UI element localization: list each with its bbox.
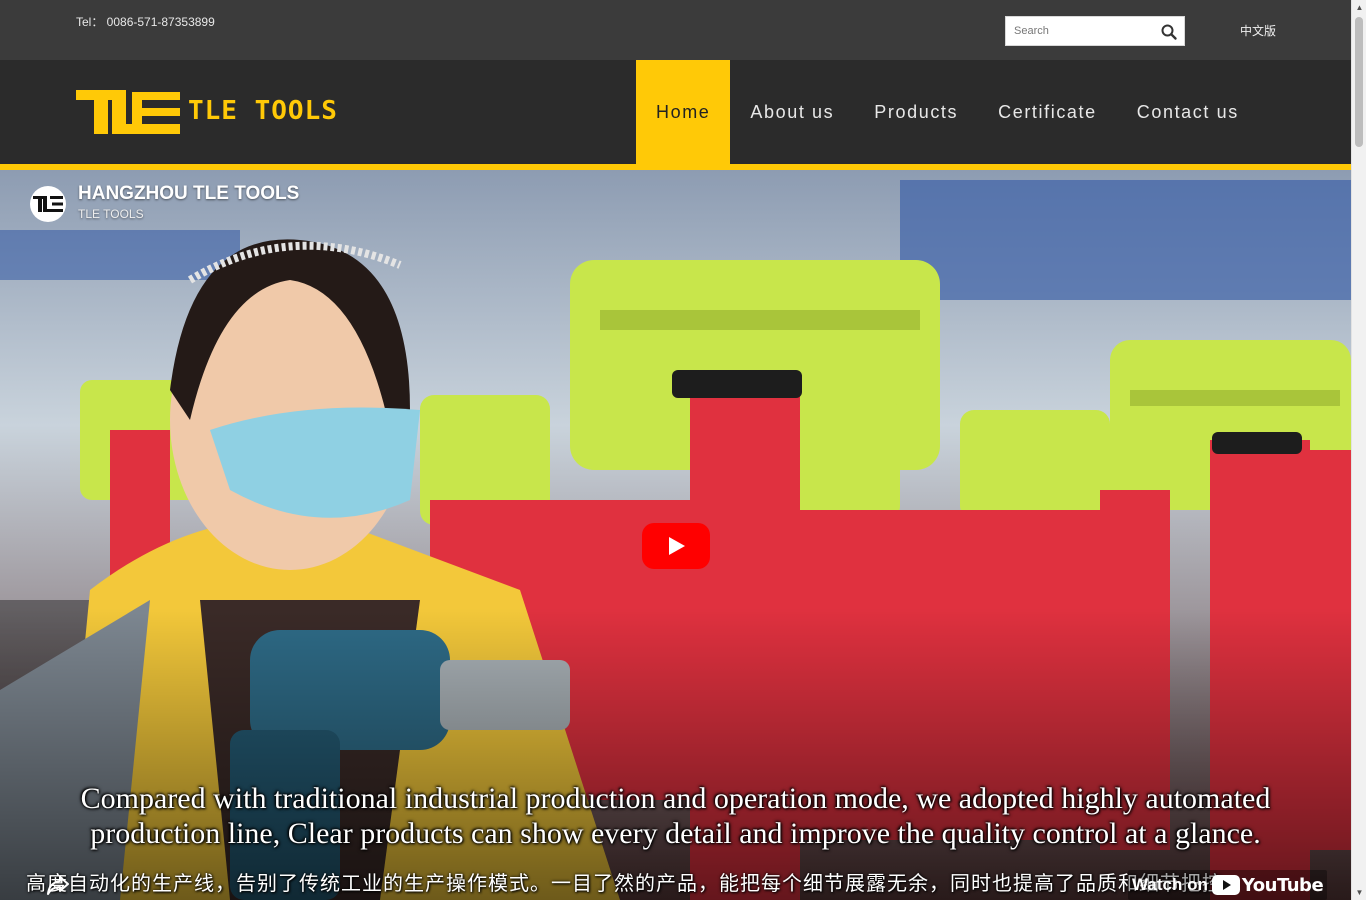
search-button[interactable] <box>1160 23 1178 41</box>
play-icon <box>642 523 710 569</box>
page: Tel： 0086-571-87353899 中文版 <box>0 0 1366 900</box>
youtube-wordmark: YouTube <box>1241 874 1324 896</box>
nav-item-contact-us[interactable]: Contact us <box>1117 60 1259 165</box>
search-box <box>1005 16 1185 46</box>
video-channel-title[interactable]: HANGZHOU TLE TOOLS <box>78 183 299 205</box>
watch-on-label: Watch on <box>1132 875 1208 894</box>
language-switch-link[interactable]: 中文版 <box>1240 22 1276 39</box>
main-nav: Home About us Products Certificate Conta… <box>636 60 1259 165</box>
youtube-video-embed[interactable]: HANGZHOU TLE TOOLS TLE TOOLS Compared wi… <box>0 170 1351 900</box>
video-channel-subtitle: TLE TOOLS <box>78 207 144 221</box>
page-scrollbar[interactable]: ▲ ▼ <box>1351 0 1366 900</box>
top-bar: Tel： 0086-571-87353899 中文版 <box>0 0 1351 60</box>
nav-item-certificate[interactable]: Certificate <box>978 60 1117 165</box>
nav-item-about-us[interactable]: About us <box>730 60 854 165</box>
watch-on-youtube-button[interactable]: Watch on YouTube <box>1128 870 1328 900</box>
phone-number: Tel： 0086-571-87353899 <box>76 15 215 29</box>
nav-item-products[interactable]: Products <box>854 60 978 165</box>
search-input[interactable] <box>1006 17 1156 45</box>
logo-text: TLE TOOLS <box>188 96 338 126</box>
nav-item-home[interactable]: Home <box>636 60 731 165</box>
scroll-up-arrow-icon[interactable]: ▲ <box>1352 0 1366 15</box>
search-icon <box>1161 24 1177 40</box>
youtube-logo: YouTube <box>1211 874 1324 896</box>
play-button[interactable] <box>642 523 710 569</box>
video-caption-line-1: Compared with traditional industrial pro… <box>80 782 1271 815</box>
scroll-thumb[interactable] <box>1355 17 1363 147</box>
channel-avatar[interactable] <box>30 186 66 222</box>
tle-logo-icon <box>33 196 63 212</box>
scroll-down-arrow-icon[interactable]: ▼ <box>1352 885 1366 900</box>
video-caption-line-2: production line, Clear products can show… <box>90 817 1261 850</box>
share-icon[interactable] <box>46 874 70 896</box>
video-caption-chinese: 高度自动化的生产线，告别了传统工业的生产操作模式。一目了然的产品，能把每个细节展… <box>26 871 1244 895</box>
youtube-icon <box>1211 875 1240 895</box>
